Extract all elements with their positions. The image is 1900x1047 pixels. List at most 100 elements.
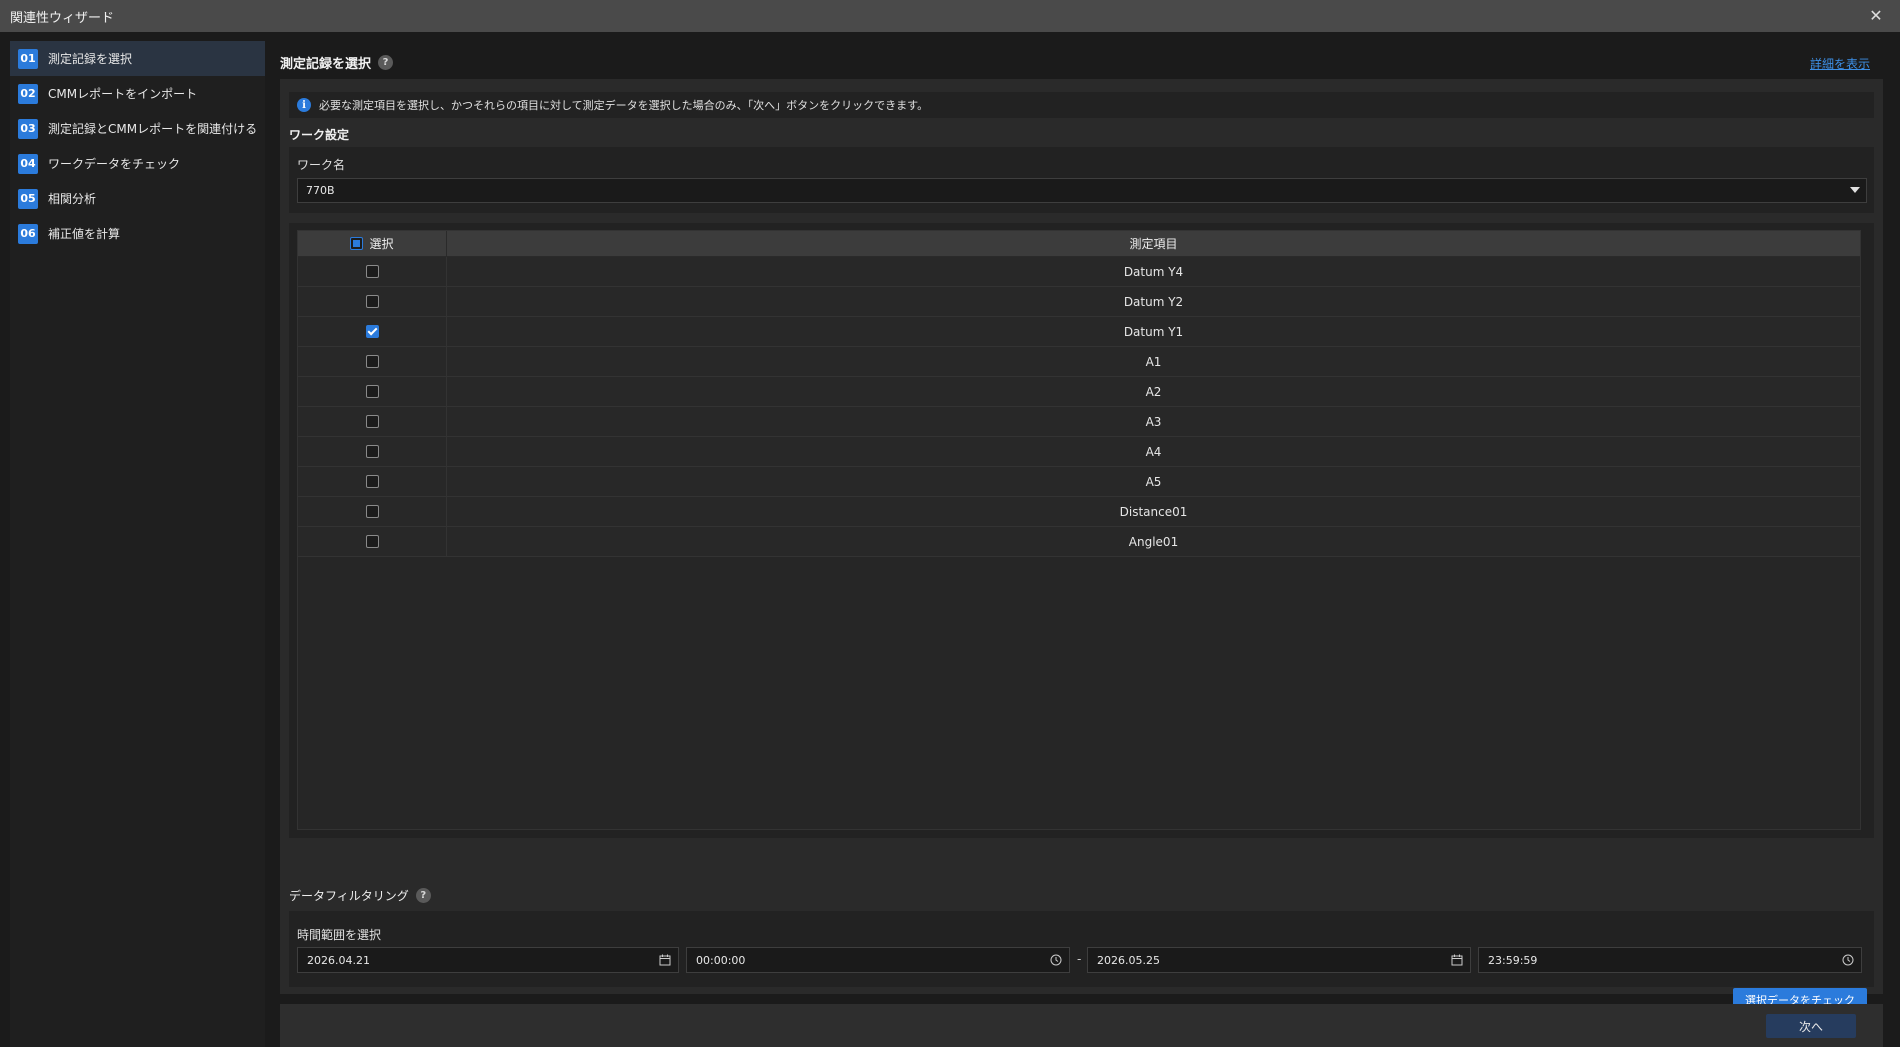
next-button[interactable]: 次へ (1766, 1014, 1856, 1038)
step-label: 補正値を計算 (48, 227, 121, 241)
row-select-cell (298, 377, 447, 406)
time-range-box: 時間範囲を選択 2026.04.21 00:00:00 - 2026.05.25… (289, 911, 1874, 987)
row-checkbox[interactable] (365, 385, 379, 398)
row-select-cell (298, 497, 447, 526)
end-time-value: 23:59:59 (1488, 953, 1538, 967)
row-checkbox[interactable] (365, 475, 379, 488)
step-number: 06 (18, 223, 38, 244)
work-settings-box: ワーク名 770B (289, 147, 1874, 213)
step-label: ワークデータをチェック (48, 157, 181, 171)
select-all-checkbox[interactable] (350, 237, 364, 250)
work-name-select[interactable]: 770B (297, 178, 1867, 203)
row-select-cell (298, 467, 447, 496)
step-associate[interactable]: 03 測定記録とCMMレポートを関連付ける (10, 111, 265, 146)
chevron-down-icon (1850, 187, 1860, 193)
clock-icon[interactable] (1050, 954, 1062, 966)
time-range-label: 時間範囲を選択 (297, 928, 382, 942)
start-time-input[interactable]: 00:00:00 (686, 947, 1070, 973)
measurement-item-cell: Datum Y2 (1123, 294, 1184, 309)
row-select-cell (298, 257, 447, 286)
work-settings-heading: ワーク設定 (289, 128, 350, 142)
row-checkbox[interactable] (365, 295, 379, 308)
measurement-item-cell: Distance01 (1119, 504, 1188, 519)
row-checkbox[interactable] (365, 445, 379, 458)
row-checkbox[interactable] (365, 505, 379, 518)
title-bar: 関連性ウィザード ✕ (0, 0, 1900, 32)
table-header: 選択 測定項目 (298, 231, 1860, 257)
page-title: 測定記録を選択 ? (280, 53, 394, 72)
page-title-text: 測定記録を選択 (280, 57, 372, 72)
measurement-table-box: 選択 測定項目 Datum Y4 Datum Y2 Datum Y1 A1 A2 A3 A4… (289, 223, 1874, 838)
measurement-item-cell: A3 (1145, 414, 1162, 429)
help-icon[interactable]: ? (378, 55, 394, 70)
step-label: 測定記録を選択 (48, 52, 133, 66)
end-date-value: 2026.05.25 (1097, 953, 1160, 967)
step-label: 相関分析 (48, 192, 97, 206)
step-select-records[interactable]: 01 測定記録を選択 (10, 41, 265, 76)
table-row[interactable]: Distance01 (298, 497, 1860, 527)
start-time-value: 00:00:00 (696, 953, 746, 967)
content-panel: i 必要な測定項目を選択し、かつそれらの項目に対して測定データを選択した場合のみ… (280, 79, 1883, 1012)
table-row[interactable]: Datum Y2 (298, 287, 1860, 317)
row-select-cell (298, 437, 447, 466)
row-select-cell (298, 407, 447, 436)
step-import-cmm[interactable]: 02 CMMレポートをインポート (10, 76, 265, 111)
wizard-steps-sidebar: 01 測定記録を選択 02 CMMレポートをインポート 03 測定記録とCMMレ… (10, 41, 265, 1047)
info-bar: i 必要な測定項目を選択し、かつそれらの項目に対して測定データを選択した場合のみ… (289, 92, 1874, 118)
table-row[interactable]: A1 (298, 347, 1860, 377)
end-time-input[interactable]: 23:59:59 (1478, 947, 1862, 973)
help-icon[interactable]: ? (415, 888, 431, 903)
row-checkbox[interactable] (365, 325, 379, 338)
row-checkbox[interactable] (365, 415, 379, 428)
step-compute-correction[interactable]: 06 補正値を計算 (10, 216, 265, 251)
row-checkbox[interactable] (365, 265, 379, 278)
header-select-cell: 選択 (298, 231, 447, 256)
data-filtering-heading: データフィルタリング ? (289, 887, 431, 904)
measurement-item-cell: A4 (1145, 444, 1162, 459)
measurement-item-cell: A2 (1145, 384, 1162, 399)
table-row[interactable]: A2 (298, 377, 1860, 407)
measurement-item-cell: A1 (1145, 354, 1162, 369)
column-header-item[interactable]: 測定項目 (447, 231, 1860, 256)
column-header-select: 選択 (369, 237, 394, 251)
step-label: 測定記録とCMMレポートを関連付ける (48, 122, 258, 136)
info-icon: i (297, 98, 311, 112)
step-check-work-data[interactable]: 04 ワークデータをチェック (10, 146, 265, 181)
table-row[interactable]: Datum Y4 (298, 257, 1860, 287)
table-body: Datum Y4 Datum Y2 Datum Y1 A1 A2 A3 A4 A5 Distan… (298, 257, 1860, 557)
start-date-value: 2026.04.21 (307, 953, 370, 967)
step-correlation[interactable]: 05 相関分析 (10, 181, 265, 216)
step-number: 01 (18, 48, 38, 69)
calendar-icon[interactable] (1451, 954, 1463, 966)
row-select-cell (298, 317, 447, 346)
table-row[interactable]: A5 (298, 467, 1860, 497)
measurement-item-cell: A5 (1145, 474, 1162, 489)
step-number: 03 (18, 118, 38, 139)
details-link[interactable]: 詳細を表示 (1810, 55, 1870, 72)
row-checkbox[interactable] (365, 535, 379, 548)
table-row[interactable]: A4 (298, 437, 1860, 467)
measurement-item-cell: Angle01 (1128, 534, 1179, 549)
step-label: CMMレポートをインポート (48, 87, 198, 101)
close-icon[interactable]: ✕ (1866, 6, 1886, 26)
start-date-input[interactable]: 2026.04.21 (297, 947, 679, 973)
step-number: 05 (18, 188, 38, 209)
step-number: 02 (18, 83, 38, 104)
end-date-input[interactable]: 2026.05.25 (1087, 947, 1471, 973)
table-row[interactable]: A3 (298, 407, 1860, 437)
measurement-table: 選択 測定項目 Datum Y4 Datum Y2 Datum Y1 A1 A2 A3 A4… (297, 230, 1861, 830)
measurement-item-cell: Datum Y4 (1123, 264, 1184, 279)
row-checkbox[interactable] (365, 355, 379, 368)
work-name-value: 770B (306, 184, 335, 197)
range-separator: - (1077, 952, 1082, 966)
row-select-cell (298, 347, 447, 376)
table-row[interactable]: Datum Y1 (298, 317, 1860, 347)
data-filtering-label: データフィルタリング (289, 889, 409, 903)
clock-icon[interactable] (1842, 954, 1854, 966)
table-row[interactable]: Angle01 (298, 527, 1860, 557)
measurement-item-cell: Datum Y1 (1123, 324, 1184, 339)
row-select-cell (298, 287, 447, 316)
calendar-icon[interactable] (659, 954, 671, 966)
main-content: 測定記録を選択 ? 詳細を表示 i 必要な測定項目を選択し、かつそれらの項目に対… (280, 41, 1900, 1047)
footer-bar: 次へ (280, 1004, 1883, 1047)
